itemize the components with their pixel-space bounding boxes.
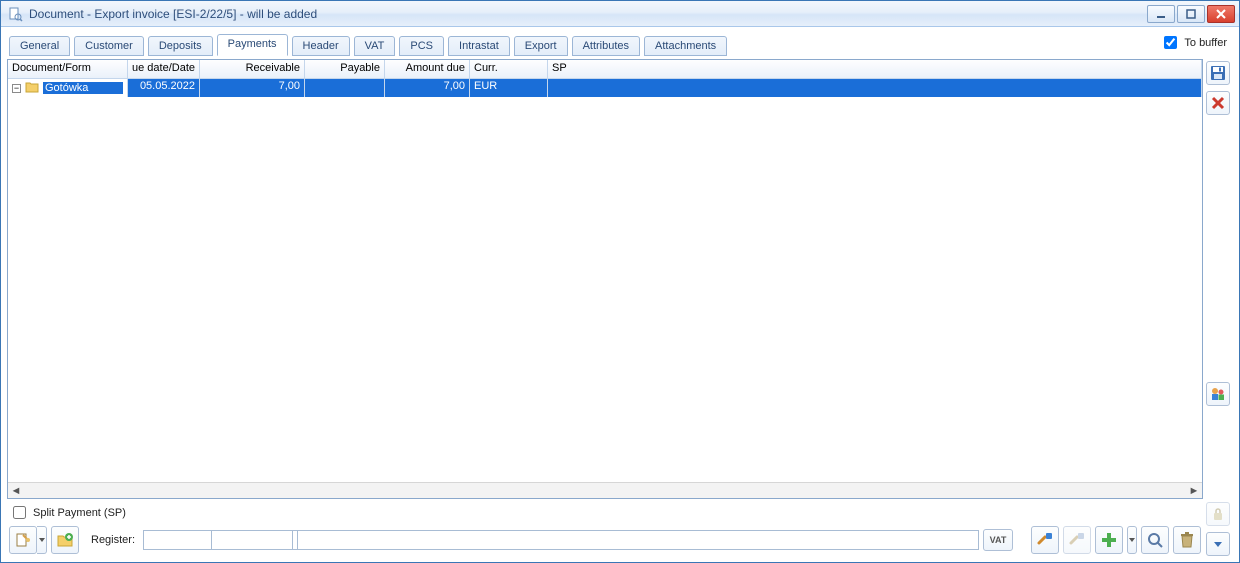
grid-header: Document/Form ue date/Date Receivable Pa… xyxy=(8,60,1202,79)
folder-icon xyxy=(25,81,39,96)
scroll-left-icon[interactable]: ◄ xyxy=(8,484,24,498)
col-sp[interactable]: SP xyxy=(548,60,1202,78)
tab-pcs[interactable]: PCS xyxy=(399,36,444,56)
close-button[interactable] xyxy=(1207,5,1235,23)
col-currency[interactable]: Curr. xyxy=(470,60,548,78)
payments-grid: Document/Form ue date/Date Receivable Pa… xyxy=(7,59,1203,499)
side-toolbar xyxy=(1203,59,1233,556)
document-lookup-icon xyxy=(7,6,23,22)
tab-customer[interactable]: Customer xyxy=(74,36,144,56)
tree-expand-icon[interactable]: − xyxy=(12,84,21,93)
col-due-date[interactable]: ue date/Date xyxy=(128,60,200,78)
register-combo[interactable] xyxy=(143,530,207,550)
delete-button[interactable] xyxy=(1173,526,1201,554)
tabs-row: General Customer Deposits Payments Heade… xyxy=(1,27,1239,57)
cell-payable xyxy=(305,79,385,97)
titlebar: Document - Export invoice [ESI-2/22/5] -… xyxy=(1,1,1239,27)
col-document-form[interactable]: Document/Form xyxy=(8,60,128,78)
save-button[interactable] xyxy=(1206,61,1230,85)
tab-header[interactable]: Header xyxy=(292,36,350,56)
table-row[interactable]: − Gotówka 05.05.2022 7,00 7,00 EUR xyxy=(8,79,1202,97)
cell-document-form: Gotówka xyxy=(43,82,123,94)
col-receivable[interactable]: Receivable xyxy=(200,60,305,78)
document-action-button[interactable] xyxy=(9,526,37,554)
col-payable[interactable]: Payable xyxy=(305,60,385,78)
tab-intrastat[interactable]: Intrastat xyxy=(448,36,510,56)
body-area: Document/Form ue date/Date Receivable Pa… xyxy=(1,57,1239,562)
register-label: Register: xyxy=(91,534,135,546)
expand-button[interactable] xyxy=(1206,532,1230,556)
to-buffer-checkbox[interactable] xyxy=(1164,36,1177,49)
cell-amount-due: 7,00 xyxy=(385,79,470,97)
bottom-toolbar: Register: VAT xyxy=(7,524,1203,556)
horizontal-scrollbar[interactable]: ◄ ► xyxy=(8,482,1202,498)
to-buffer-label: To buffer xyxy=(1184,37,1227,49)
link-add-button[interactable] xyxy=(1031,526,1059,554)
cancel-button[interactable] xyxy=(1206,91,1230,115)
window-title: Document - Export invoice [ESI-2/22/5] -… xyxy=(29,7,1147,21)
window-buttons xyxy=(1147,5,1235,23)
main-column: Document/Form ue date/Date Receivable Pa… xyxy=(7,59,1203,556)
vat-button[interactable]: VAT xyxy=(983,529,1013,551)
users-button[interactable] xyxy=(1206,382,1230,406)
document-action-dropdown[interactable] xyxy=(37,526,47,554)
cell-receivable: 7,00 xyxy=(200,79,305,97)
minimize-button[interactable] xyxy=(1147,5,1175,23)
split-payment-label: Split Payment (SP) xyxy=(33,507,126,519)
split-payment-row: Split Payment (SP) xyxy=(7,499,1203,524)
scroll-right-icon[interactable]: ► xyxy=(1186,484,1202,498)
add-folder-button[interactable] xyxy=(51,526,79,554)
col-amount-due[interactable]: Amount due xyxy=(385,60,470,78)
document-window: Document - Export invoice [ESI-2/22/5] -… xyxy=(0,0,1240,563)
add-dropdown[interactable] xyxy=(1127,526,1137,554)
tab-payments[interactable]: Payments xyxy=(217,34,288,56)
tab-vat[interactable]: VAT xyxy=(354,36,396,56)
search-button[interactable] xyxy=(1141,526,1169,554)
split-payment-checkbox[interactable] xyxy=(13,506,26,519)
register-code-input[interactable] xyxy=(211,530,293,550)
tab-general[interactable]: General xyxy=(9,36,70,56)
tab-deposits[interactable]: Deposits xyxy=(148,36,213,56)
tab-attributes[interactable]: Attributes xyxy=(572,36,640,56)
tab-attachments[interactable]: Attachments xyxy=(644,36,727,56)
add-button[interactable] xyxy=(1095,526,1123,554)
tab-export[interactable]: Export xyxy=(514,36,568,56)
cell-date: 05.05.2022 xyxy=(128,79,200,97)
cell-sp xyxy=(548,79,1202,97)
register-name-input[interactable] xyxy=(297,530,979,550)
grid-body: − Gotówka 05.05.2022 7,00 7,00 EUR xyxy=(8,79,1202,482)
cell-currency: EUR xyxy=(470,79,548,97)
maximize-button[interactable] xyxy=(1177,5,1205,23)
lock-button xyxy=(1206,502,1230,526)
link-remove-button xyxy=(1063,526,1091,554)
to-buffer: To buffer xyxy=(1160,33,1231,56)
